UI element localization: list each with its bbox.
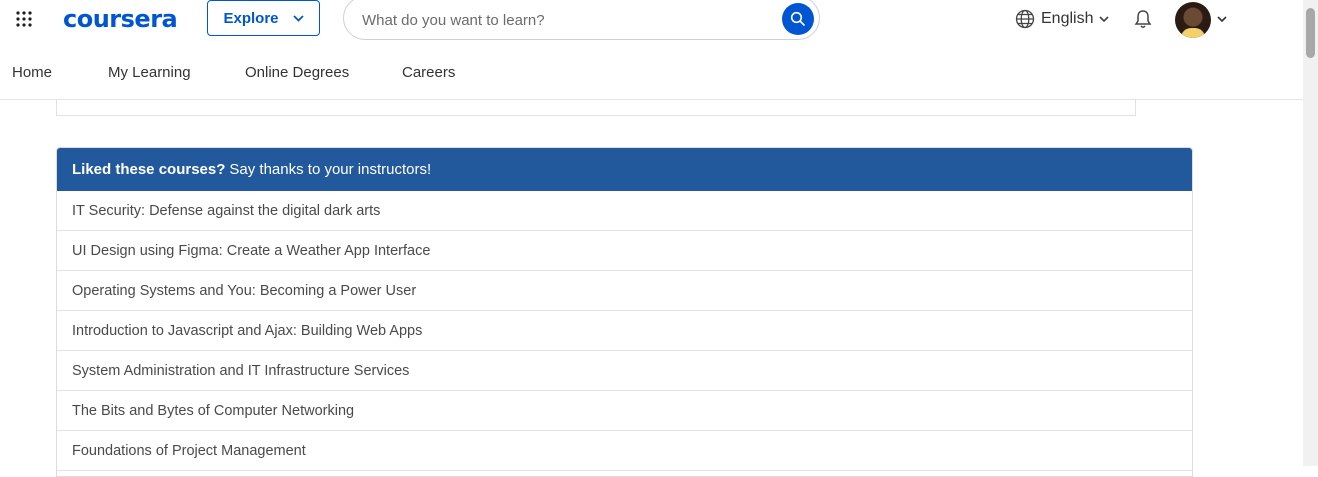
page-scrollbar[interactable] xyxy=(1303,0,1318,466)
language-selector[interactable]: English xyxy=(1015,8,1110,30)
explore-button[interactable]: Explore xyxy=(207,0,320,36)
chevron-down-icon xyxy=(1099,15,1110,22)
nav-my-learning[interactable]: My Learning xyxy=(108,64,191,81)
chevron-down-icon xyxy=(292,14,304,22)
chevron-down-icon[interactable] xyxy=(1217,14,1227,24)
course-list-item[interactable]: IT Security: Defense against the digital… xyxy=(57,191,1192,231)
avatar[interactable] xyxy=(1175,2,1211,38)
panel-header-bold: Liked these courses? xyxy=(72,161,226,178)
nav-online-degrees[interactable]: Online Degrees xyxy=(245,64,349,81)
globe-icon xyxy=(1015,9,1035,29)
top-bar: coursera Explore English xyxy=(0,0,1303,40)
main-nav: Home My Learning Online Degrees Careers xyxy=(0,54,1303,100)
scrollbar-thumb[interactable] xyxy=(1306,8,1315,58)
explore-label: Explore xyxy=(223,9,279,27)
search-input[interactable] xyxy=(360,7,764,33)
course-list-item[interactable]: UI Design using Figma: Create a Weather … xyxy=(57,231,1192,271)
course-list-item[interactable]: The Bits and Bytes of Computer Networkin… xyxy=(57,391,1192,431)
previous-card-bottom xyxy=(56,99,1136,116)
instructor-thanks-panel: Liked these courses? Say thanks to your … xyxy=(56,147,1193,477)
search-button[interactable] xyxy=(782,3,814,35)
nav-home[interactable]: Home xyxy=(12,64,52,81)
course-list-item[interactable]: System Administration and IT Infrastruct… xyxy=(57,351,1192,391)
bell-icon[interactable] xyxy=(1134,9,1152,29)
apps-grid-icon[interactable] xyxy=(16,11,32,27)
language-label: English xyxy=(1041,10,1094,27)
course-list-item[interactable]: Foundations of Project Management xyxy=(57,431,1192,471)
panel-header-text: Say thanks to your instructors! xyxy=(229,161,432,178)
course-list-item[interactable]: Introduction to Javascript and Ajax: Bui… xyxy=(57,311,1192,351)
search-box xyxy=(343,0,820,40)
course-list-item[interactable]: Operating Systems and You: Becoming a Po… xyxy=(57,271,1192,311)
nav-careers[interactable]: Careers xyxy=(402,64,455,81)
coursera-logo[interactable]: coursera xyxy=(63,2,178,36)
search-icon xyxy=(790,11,806,27)
panel-header: Liked these courses? Say thanks to your … xyxy=(57,148,1192,191)
